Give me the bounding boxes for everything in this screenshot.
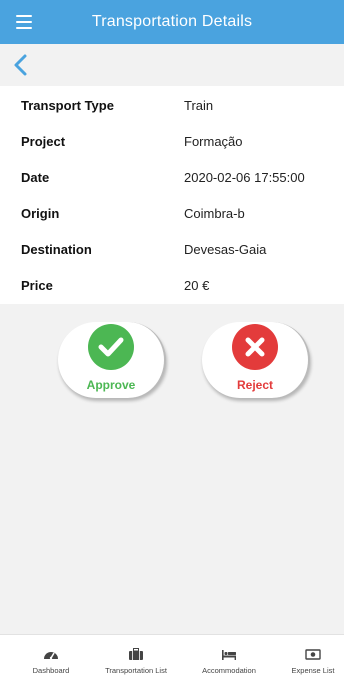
detail-label: Transport Type: [21, 97, 114, 113]
detail-value: Formação: [184, 133, 243, 149]
detail-label: Destination: [21, 241, 92, 257]
detail-row-project: Project Formação: [0, 123, 344, 159]
dashboard-icon: [44, 652, 58, 660]
action-area: Approve Reject: [0, 304, 344, 634]
briefcase-icon: [129, 648, 143, 660]
detail-row-price: Price 20 €: [0, 267, 344, 303]
detail-value: Coimbra-b: [184, 205, 245, 221]
detail-value: 2020-02-06 17:55:00: [184, 169, 305, 185]
detail-value: Devesas-Gaia: [184, 241, 267, 257]
back-bar: [0, 44, 344, 86]
app-bar: Transportation Details: [0, 0, 344, 44]
tab-expense-list[interactable]: Expense List: [270, 635, 344, 677]
back-chevron-icon[interactable]: [10, 53, 32, 77]
details-panel: Transport Type Train Project Formação Da…: [0, 86, 344, 304]
check-icon: [88, 324, 134, 370]
detail-label: Project: [21, 133, 66, 149]
detail-row-origin: Origin Coimbra-b: [0, 195, 344, 231]
detail-label: Date: [21, 169, 50, 185]
detail-row-date: Date 2020-02-06 17:55:00: [0, 159, 344, 195]
tab-accommodation[interactable]: Accommodation: [186, 635, 272, 677]
detail-row-transport-type: Transport Type Train: [0, 87, 344, 123]
menu-button[interactable]: [10, 8, 38, 36]
money-icon: [305, 649, 321, 660]
tab-transportation-list[interactable]: Transportation List: [93, 635, 179, 677]
detail-label: Origin: [21, 205, 60, 221]
tab-label: Transportation List: [105, 666, 167, 675]
menu-icon: [16, 15, 32, 17]
page-title: Transportation Details: [91, 13, 253, 30]
tab-label: Dashboard: [32, 666, 70, 675]
approve-button[interactable]: Approve: [58, 322, 166, 398]
detail-value: Train: [184, 97, 214, 113]
tab-dashboard[interactable]: Dashboard: [8, 635, 94, 677]
reject-button[interactable]: Reject: [202, 322, 310, 398]
detail-label: Price: [21, 277, 53, 293]
detail-value: 20 €: [184, 277, 210, 293]
tab-label: Expense List: [291, 666, 335, 675]
x-icon: [232, 324, 278, 370]
tab-label: Accommodation: [202, 666, 256, 675]
detail-row-destination: Destination Devesas-Gaia: [0, 231, 344, 267]
reject-label: Reject: [236, 378, 274, 392]
bed-icon: [222, 650, 236, 660]
bottom-tab-bar: Dashboard Transportation List Accommodat…: [0, 634, 344, 677]
approve-label: Approve: [86, 378, 136, 392]
